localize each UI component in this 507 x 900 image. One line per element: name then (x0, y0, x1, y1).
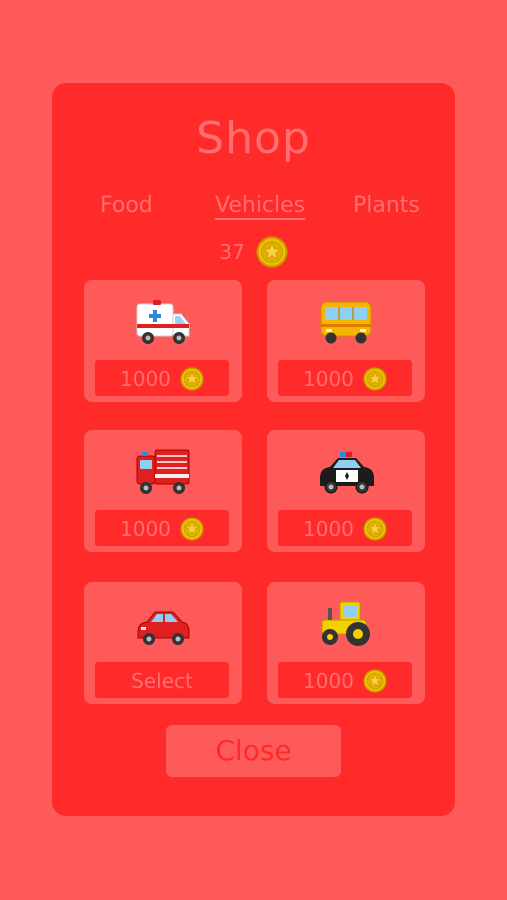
buy-button[interactable]: 1000 (95, 510, 229, 546)
tab-vehicles[interactable]: Vehicles (215, 193, 305, 218)
item-price: 1000 (303, 366, 354, 391)
tractor-icon (267, 596, 425, 654)
shop-item-bus[interactable]: 1000 (267, 280, 425, 402)
buy-button[interactable]: 1000 (95, 360, 229, 396)
item-price: 1000 (120, 366, 171, 391)
buy-button[interactable]: 1000 (278, 510, 412, 546)
coin-count: 37 (219, 240, 245, 264)
tab-plants[interactable]: Plants (353, 193, 420, 218)
shop-item-tractor[interactable]: 1000 (267, 582, 425, 704)
police-car-icon (267, 444, 425, 502)
coin-icon (363, 517, 387, 541)
close-button[interactable]: Close (166, 725, 341, 777)
shop-item-red-car[interactable]: Select (84, 582, 242, 704)
coin-icon (180, 517, 204, 541)
coin-icon (256, 236, 288, 268)
shop-title: Shop (196, 113, 311, 164)
red-car-icon (84, 596, 242, 654)
shop-item-police-car[interactable]: 1000 (267, 430, 425, 552)
category-tabs: Food Vehicles Plants (52, 193, 455, 227)
shop-item-ambulance[interactable]: 1000 (84, 280, 242, 402)
buy-button[interactable]: 1000 (278, 360, 412, 396)
bus-icon (267, 294, 425, 352)
buy-button[interactable]: 1000 (278, 662, 412, 698)
select-button[interactable]: Select (95, 662, 229, 698)
ambulance-icon (84, 294, 242, 352)
select-label: Select (131, 668, 193, 693)
coin-icon (363, 669, 387, 693)
coin-balance: 37 (52, 236, 455, 276)
tab-food[interactable]: Food (100, 193, 153, 218)
item-price: 1000 (303, 516, 354, 541)
coin-icon (363, 367, 387, 391)
fire-truck-icon (84, 444, 242, 502)
coin-icon (180, 367, 204, 391)
item-price: 1000 (303, 668, 354, 693)
item-price: 1000 (120, 516, 171, 541)
shop-item-fire-truck[interactable]: 1000 (84, 430, 242, 552)
shop-panel: Shop Food Vehicles Plants 37 1000 1000 1… (52, 83, 455, 816)
